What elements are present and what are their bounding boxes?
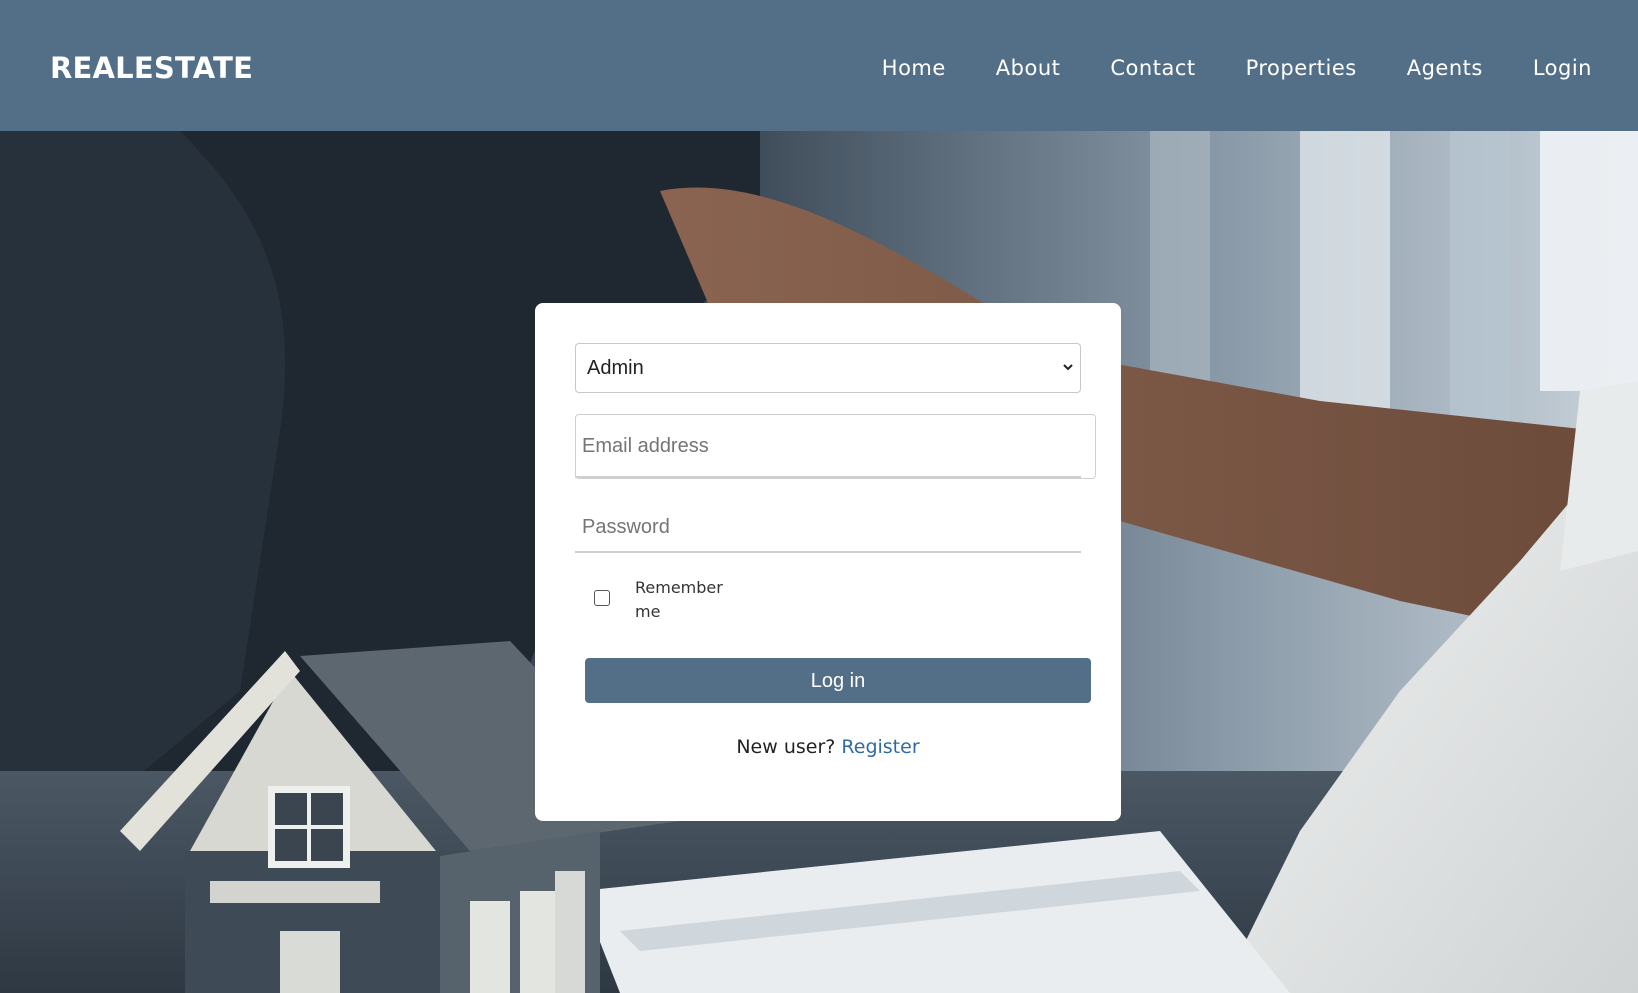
chevron-down-icon <box>1062 344 1074 411</box>
email-placeholder: Email address <box>582 435 709 457</box>
register-link[interactable]: Register <box>841 736 919 758</box>
nav-link-home[interactable]: Home <box>882 48 946 88</box>
nav-link-login[interactable]: Login <box>1533 48 1592 88</box>
nav-link-agents[interactable]: Agents <box>1407 48 1483 88</box>
remember-me-label: Remember me <box>635 578 723 621</box>
login-card: Admin Email address Password Remember me… <box>535 303 1121 821</box>
nav-link-about[interactable]: About <box>996 48 1061 88</box>
register-prompt: New user? Register <box>535 735 1121 759</box>
nav-link-properties[interactable]: Properties <box>1246 48 1357 88</box>
brand-logo[interactable]: REALESTATE <box>50 48 253 88</box>
remember-me-checkbox[interactable] <box>594 590 610 606</box>
role-select[interactable]: Admin <box>575 343 1081 393</box>
password-field[interactable]: Password <box>582 515 670 539</box>
login-button[interactable]: Log in <box>585 658 1091 703</box>
role-select-value: Admin <box>587 357 644 379</box>
email-field-underline <box>575 476 1081 478</box>
nav-link-contact[interactable]: Contact <box>1110 48 1195 88</box>
top-navbar: REALESTATE Home About Contact Properties… <box>0 0 1638 131</box>
register-prompt-text: New user? <box>736 736 836 758</box>
password-field-underline <box>575 551 1081 553</box>
nav-links: Home About Contact Properties Agents Log… <box>832 48 1592 88</box>
